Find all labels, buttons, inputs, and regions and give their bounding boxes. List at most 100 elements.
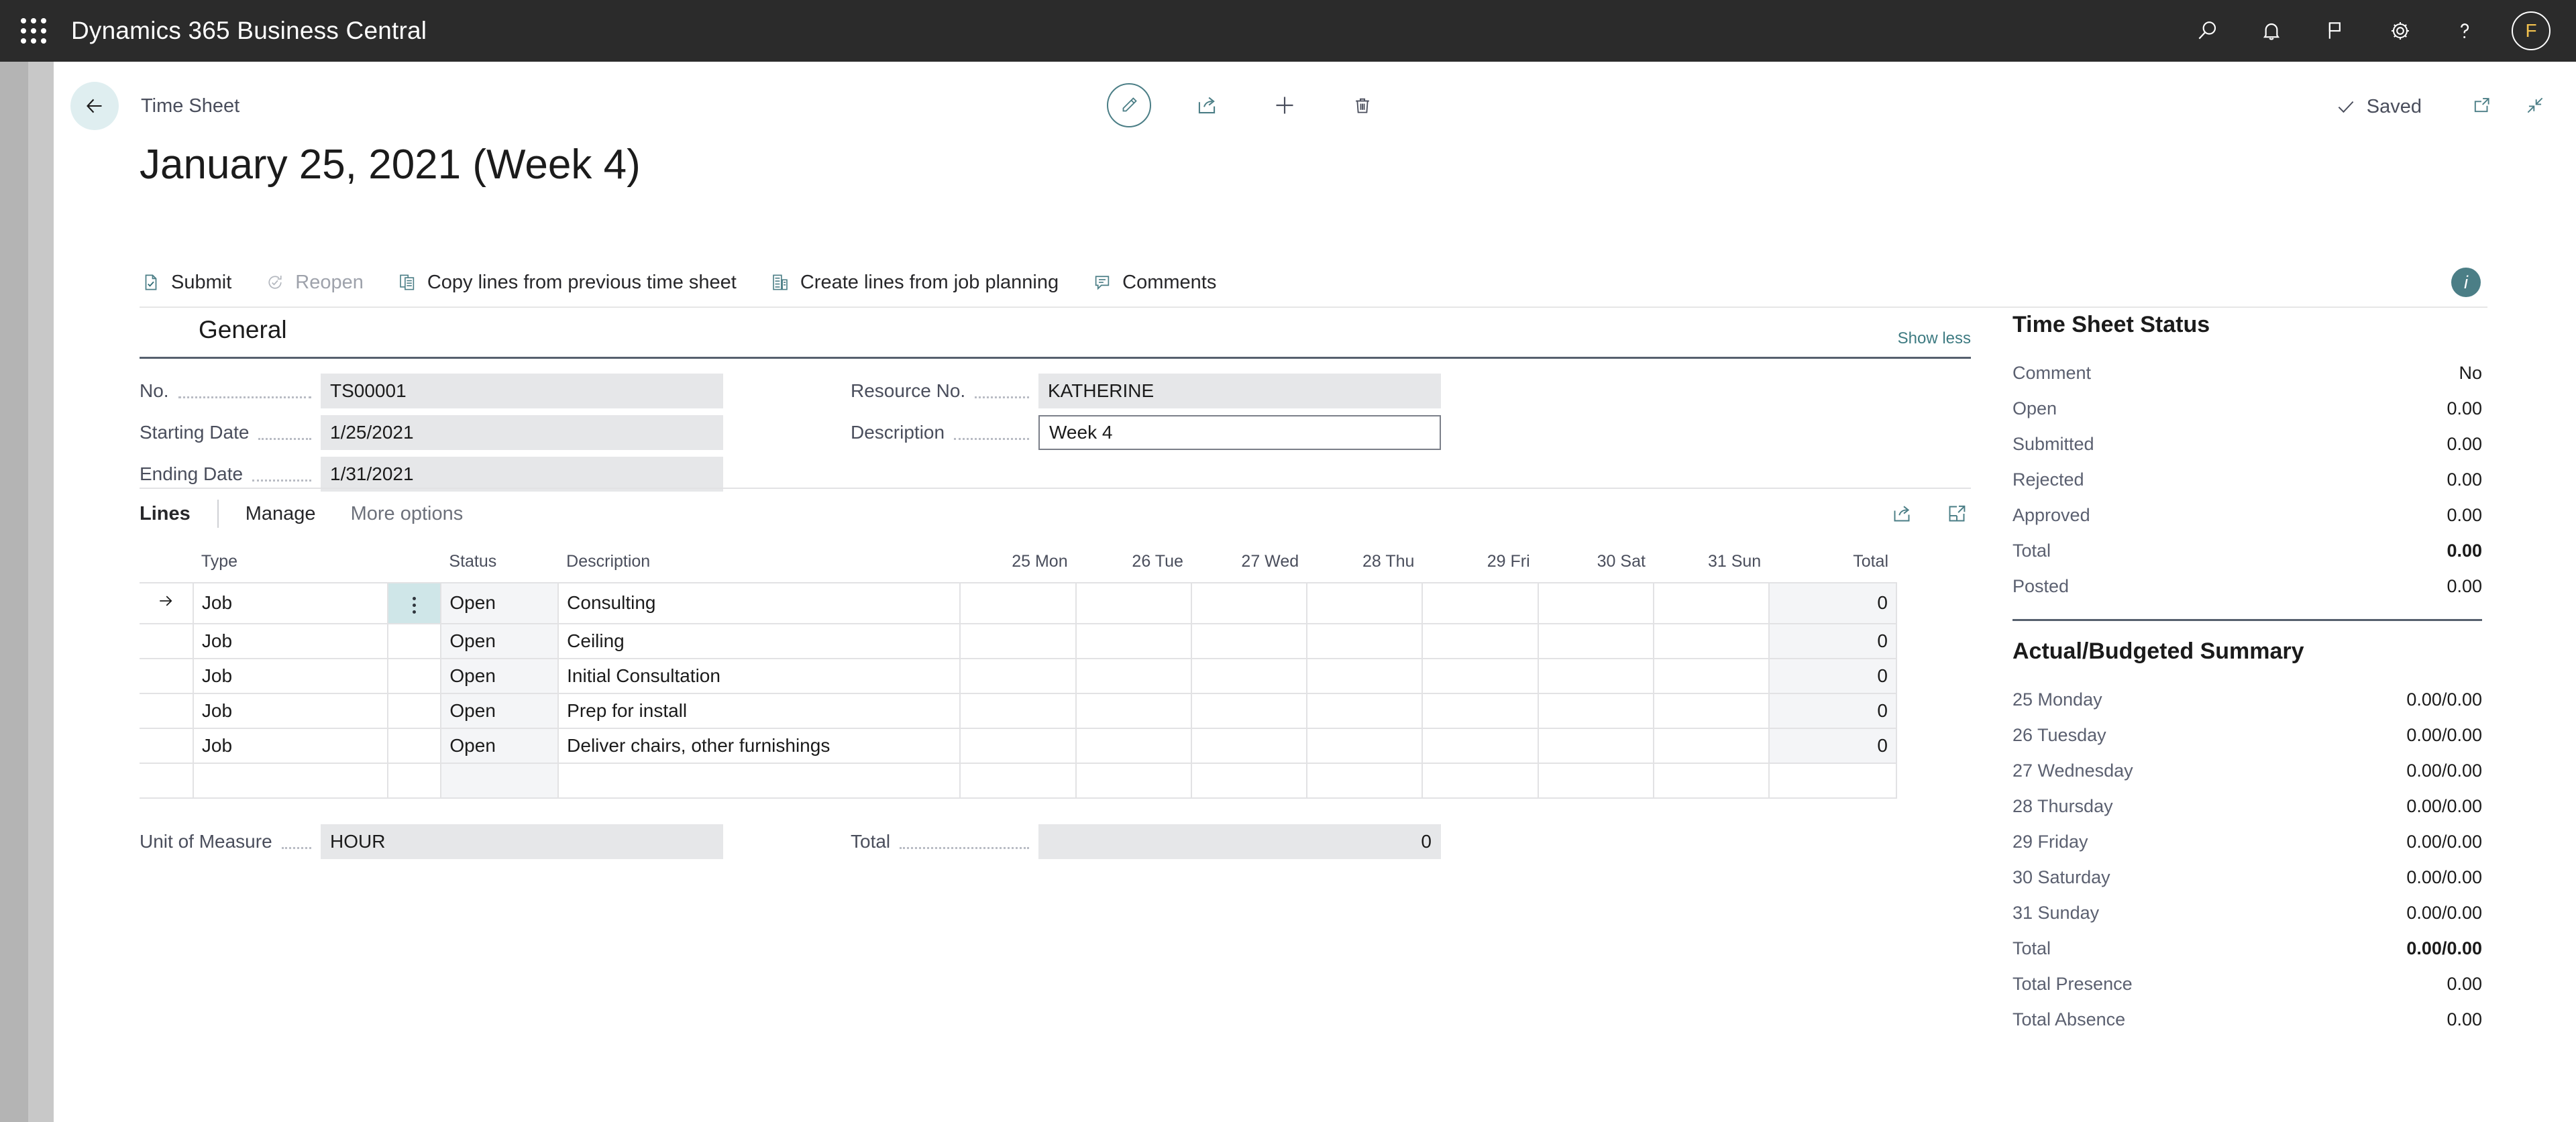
col-29fri[interactable]: 29 Fri [1422,548,1538,583]
cell-day-5[interactable] [1537,762,1654,799]
info-icon[interactable]: i [2451,268,2481,297]
cell-day-0[interactable] [959,582,1077,624]
action-create-lines[interactable]: Create lines from job planning [769,271,1059,294]
collapse-icon[interactable] [2520,90,2551,121]
cell-day-3[interactable] [1306,582,1424,624]
breadcrumb[interactable]: Time Sheet [141,95,239,117]
gear-icon[interactable] [2368,0,2432,62]
cell-type[interactable]: Job [192,582,388,624]
field-unit-of-measure-value[interactable]: HOUR [321,824,723,859]
cell-type[interactable] [192,762,388,799]
search-icon[interactable] [2175,0,2239,62]
cell-status[interactable]: Open [440,657,559,694]
cell-day-5[interactable] [1537,692,1654,729]
cell-day-6[interactable] [1652,582,1770,624]
cell-total[interactable]: 0 [1768,657,1897,694]
cell-description[interactable]: Deliver chairs, other furnishings [557,727,961,764]
cell-total[interactable]: 0 [1768,727,1897,764]
row-menu-icon[interactable] [386,657,442,694]
cell-day-0[interactable] [959,657,1077,694]
cell-total[interactable]: 0 [1768,622,1897,659]
cell-day-4[interactable] [1421,657,1539,694]
cell-type[interactable]: Job [192,692,388,729]
table-row[interactable]: Job Open Prep for install 0 [140,692,1897,729]
cell-day-0[interactable] [959,762,1077,799]
cell-total[interactable] [1768,762,1897,799]
field-total-value[interactable]: 0 [1038,824,1441,859]
col-25mon[interactable]: 25 Mon [960,548,1075,583]
cell-day-2[interactable] [1190,692,1308,729]
col-27wed[interactable]: 27 Wed [1191,548,1307,583]
col-status[interactable]: Status [441,548,558,583]
row-menu-icon[interactable] [386,692,442,729]
field-no-value[interactable]: TS00001 [321,374,723,408]
cell-day-2[interactable] [1190,582,1308,624]
table-row[interactable]: Job Open Ceiling 0 [140,622,1897,659]
row-menu-icon[interactable] [386,727,442,764]
cell-status[interactable]: Open [440,582,559,624]
col-type[interactable]: Type [193,548,388,583]
cell-type[interactable]: Job [192,727,388,764]
show-less-link[interactable]: Show less [1898,329,1971,348]
col-total[interactable]: Total [1769,548,1896,583]
cell-day-2[interactable] [1190,762,1308,799]
flag-icon[interactable] [2304,0,2368,62]
field-resource-no-value[interactable]: KATHERINE [1038,374,1441,408]
cell-description[interactable]: Consulting [557,582,961,624]
cell-day-4[interactable] [1421,582,1539,624]
avatar[interactable]: F [2512,11,2551,50]
share-icon[interactable] [1888,500,1916,528]
action-comments[interactable]: Comments [1091,271,1216,294]
cell-day-6[interactable] [1652,657,1770,694]
cell-description[interactable]: Prep for install [557,692,961,729]
row-menu-icon[interactable] [386,762,442,799]
cell-day-3[interactable] [1306,622,1424,659]
cell-day-5[interactable] [1537,657,1654,694]
table-row[interactable]: Job Open Initial Consultation 0 [140,657,1897,694]
back-button[interactable] [70,82,119,130]
cell-day-2[interactable] [1190,622,1308,659]
cell-day-1[interactable] [1075,762,1192,799]
cell-day-1[interactable] [1075,692,1192,729]
cell-day-4[interactable] [1421,622,1539,659]
cell-day-3[interactable] [1306,692,1424,729]
bell-icon[interactable] [2239,0,2304,62]
tab-lines[interactable]: Lines [140,503,191,525]
open-in-new-window-icon[interactable] [2466,90,2497,121]
cell-day-3[interactable] [1306,727,1424,764]
cell-day-1[interactable] [1075,582,1192,624]
action-copy-lines[interactable]: Copy lines from previous time sheet [396,271,737,294]
cell-day-6[interactable] [1652,622,1770,659]
new-plus-icon[interactable] [1263,83,1307,127]
cell-description[interactable]: Ceiling [557,622,961,659]
cell-type[interactable]: Job [192,657,388,694]
cell-description[interactable] [557,762,961,799]
cell-day-4[interactable] [1421,762,1539,799]
cell-day-2[interactable] [1190,727,1308,764]
cell-day-3[interactable] [1306,762,1424,799]
cell-status[interactable]: Open [440,622,559,659]
cell-day-1[interactable] [1075,657,1192,694]
cell-total[interactable]: 0 [1768,582,1897,624]
row-menu-icon[interactable] [386,622,442,659]
table-row[interactable] [140,762,1897,799]
col-31sun[interactable]: 31 Sun [1654,548,1769,583]
cell-day-1[interactable] [1075,727,1192,764]
cell-day-0[interactable] [959,622,1077,659]
cell-day-5[interactable] [1537,727,1654,764]
action-reopen[interactable]: Reopen [264,271,364,294]
tab-more-options[interactable]: More options [351,503,464,525]
field-ending-date-value[interactable]: 1/31/2021 [321,457,723,492]
cell-status[interactable] [440,762,559,799]
cell-day-3[interactable] [1306,657,1424,694]
cell-total[interactable]: 0 [1768,692,1897,729]
col-30sat[interactable]: 30 Sat [1538,548,1654,583]
cell-day-0[interactable] [959,727,1077,764]
col-28thu[interactable]: 28 Thu [1307,548,1422,583]
help-icon[interactable] [2432,0,2497,62]
tab-manage[interactable]: Manage [246,503,316,525]
app-launcher-icon[interactable] [15,12,52,50]
cell-day-4[interactable] [1421,692,1539,729]
table-row[interactable]: Job Open Consulting 0 [140,582,1897,624]
cell-day-5[interactable] [1537,622,1654,659]
